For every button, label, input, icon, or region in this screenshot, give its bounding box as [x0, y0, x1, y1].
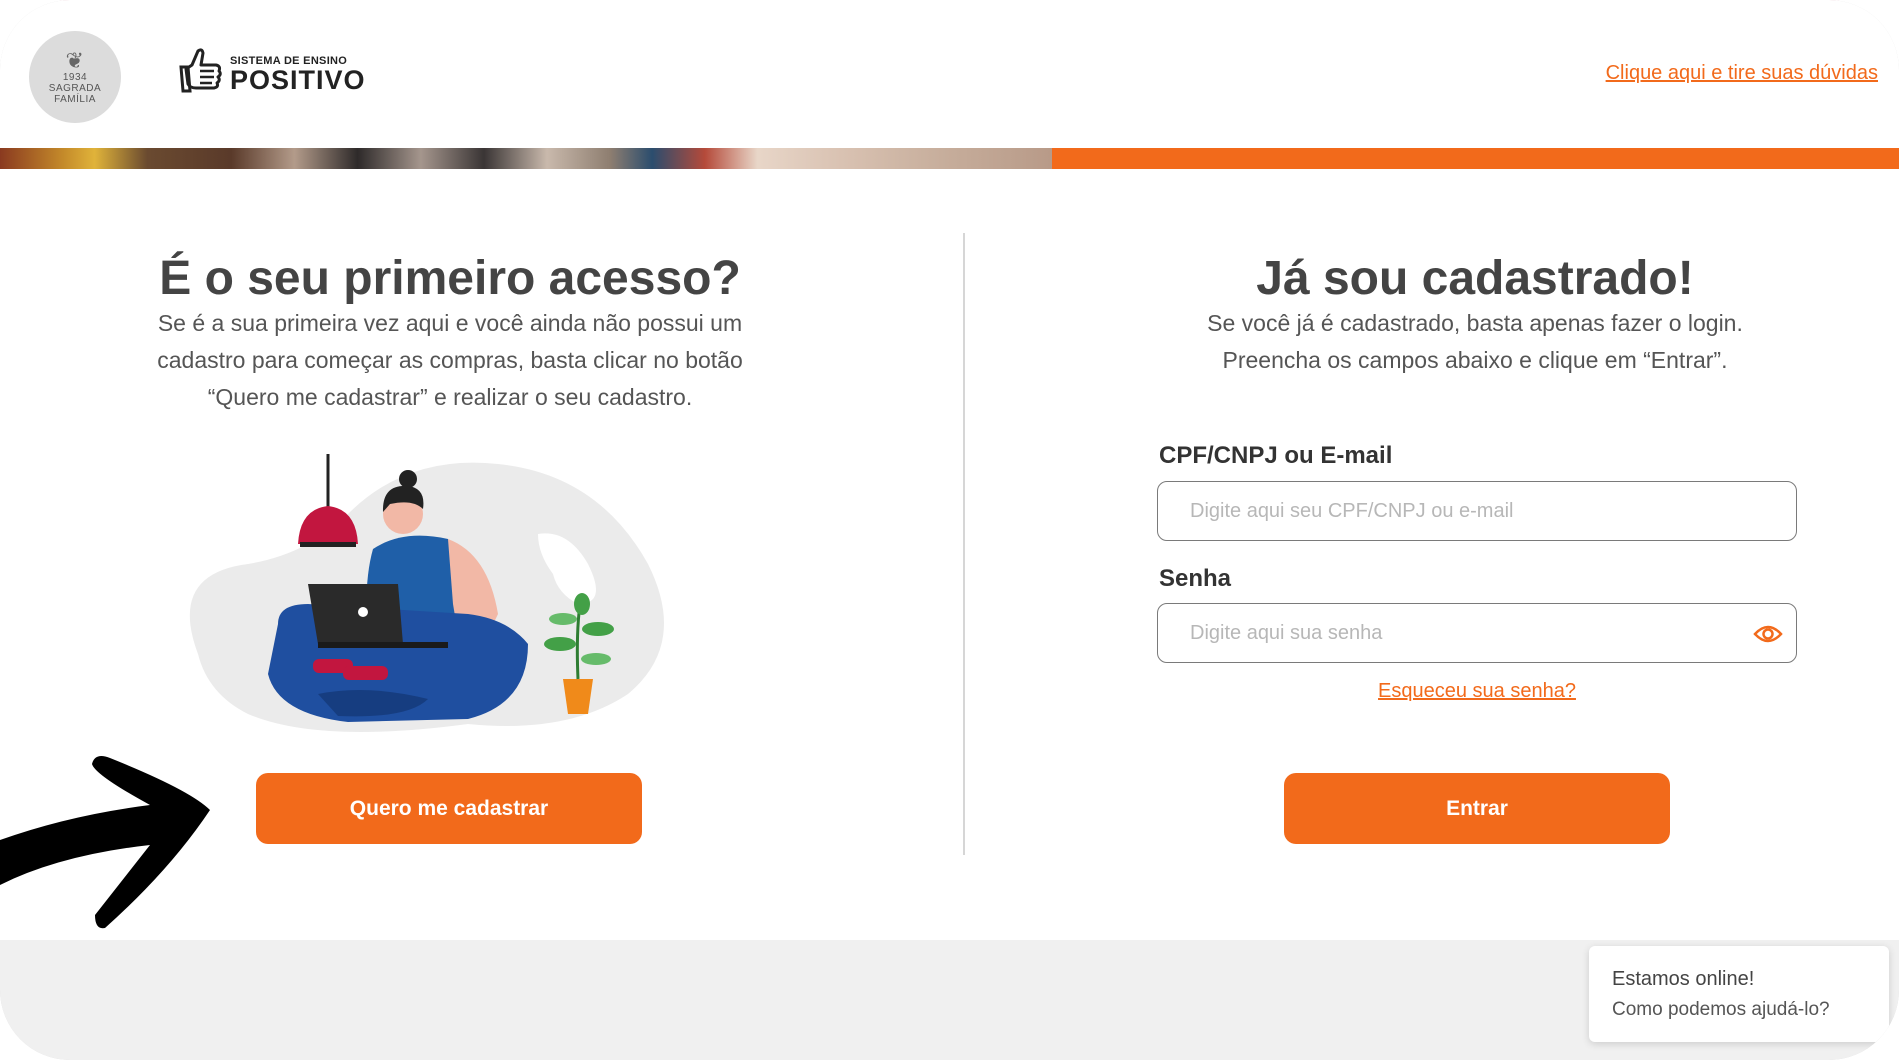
brand-name: POSITIVO [230, 65, 366, 95]
login-text-line: Se você já é cadastrado, basta apenas fa… [1207, 310, 1743, 336]
login-text: Se você já é cadastrado, basta apenas fa… [1115, 305, 1835, 379]
column-divider [963, 233, 965, 855]
first-access-title: É o seu primeiro acesso? [159, 252, 741, 305]
seal-line-1: 1934 [62, 71, 88, 83]
hero-banner-strip [0, 148, 1899, 169]
first-access-text: Se é a sua primeira vez aqui e você aind… [100, 305, 800, 416]
password-label: Senha [1159, 565, 1232, 592]
eye-icon[interactable] [1753, 622, 1783, 646]
positivo-logo[interactable]: SISTEMA DE ENSINO POSITIVO [178, 47, 366, 103]
forgot-password-link[interactable]: Esqueceu sua senha? [1157, 680, 1797, 703]
login-title: Já sou cadastrado! [1256, 252, 1694, 305]
banner-orange-band [1052, 148, 1899, 169]
seal-line-3: FAMÍLIA [54, 93, 96, 105]
main-content: É o seu primeiro acesso? Se é a sua prim… [0, 169, 1899, 940]
chat-prompt: Como podemos ajudá-lo? [1612, 999, 1830, 1020]
chat-status: Estamos online! [1612, 968, 1755, 990]
school-seal-logo[interactable]: ❦ 1934 SAGRADA FAMÍLIA [29, 31, 121, 123]
banner-photo [0, 148, 1052, 169]
person-laptop-illustration [189, 454, 664, 732]
arrow-pointer [0, 756, 210, 929]
tree-icon: ❦ [65, 47, 85, 73]
first-access-text-line: cadastro para começar as compras, basta … [157, 347, 743, 373]
register-button[interactable]: Quero me cadastrar [256, 773, 642, 844]
login-text-line: Preencha os campos abaixo e clique em “E… [1222, 347, 1728, 373]
seal-line-2: SAGRADA [48, 82, 102, 94]
help-link[interactable]: Clique aqui e tire suas dúvidas [1606, 62, 1878, 85]
hand-logo-icon [179, 48, 222, 93]
first-access-text-line: Se é a sua primeira vez aqui e você aind… [157, 310, 743, 336]
header: ❦ 1934 SAGRADA FAMÍLIA SISTEMA DE ENSINO… [0, 0, 1899, 148]
cpf-email-label: CPF/CNPJ ou E-mail [1159, 442, 1393, 469]
login-button[interactable]: Entrar [1284, 773, 1670, 844]
page-frame: ❦ 1934 SAGRADA FAMÍLIA SISTEMA DE ENSINO… [0, 0, 1899, 1060]
chat-widget[interactable]: Estamos online! Como podemos ajudá-lo? [1589, 946, 1889, 1042]
password-input[interactable] [1157, 603, 1797, 663]
first-access-text-line: “Quero me cadastrar” e realizar o seu ca… [207, 384, 693, 410]
cpf-email-input[interactable] [1157, 481, 1797, 541]
